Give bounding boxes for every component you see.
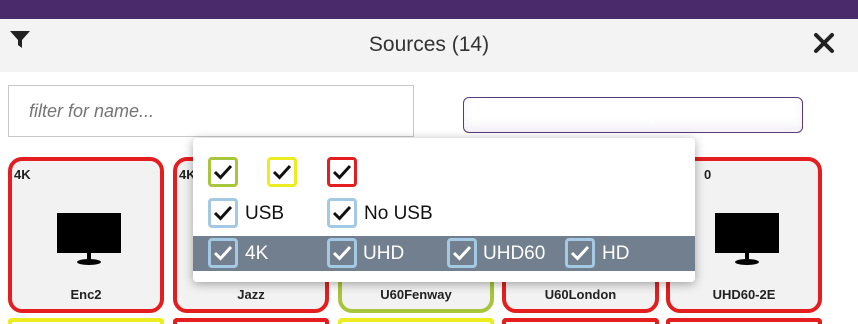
card-row-next xyxy=(666,318,822,324)
filter-dropdown: USB No USB 4K UHD UHD60 HD xyxy=(193,138,695,282)
filter-color-yellow-checkbox[interactable] xyxy=(267,157,297,187)
source-card-enc2[interactable]: 4K Enc2 xyxy=(8,157,164,313)
filter-by-button[interactable]: Filter By ▾ xyxy=(463,97,803,133)
card-tag: 0 xyxy=(704,167,712,182)
sources-header: Sources (14) xyxy=(0,19,858,73)
filter-hd-label: HD xyxy=(602,243,630,264)
filter-color-red-checkbox[interactable] xyxy=(327,157,357,187)
filter-hd-checkbox[interactable] xyxy=(565,238,595,268)
check-icon xyxy=(332,205,352,221)
filter-usb-label: USB xyxy=(245,203,285,224)
filter-color-green-checkbox[interactable] xyxy=(208,157,238,187)
filter-uhd-label: UHD xyxy=(363,243,405,264)
check-icon xyxy=(213,164,233,180)
check-icon xyxy=(332,164,352,180)
check-icon xyxy=(213,245,233,261)
check-icon xyxy=(272,164,292,180)
filter-uhd60-label: UHD60 xyxy=(483,243,546,264)
check-icon xyxy=(332,245,352,261)
check-icon xyxy=(570,245,590,261)
filter-no-usb-label: No USB xyxy=(364,203,433,224)
filter-uhd-checkbox[interactable] xyxy=(327,238,357,268)
check-icon xyxy=(452,245,472,261)
filter-4k-checkbox[interactable] xyxy=(208,238,238,268)
card-name: U60London xyxy=(544,287,617,302)
top-bar xyxy=(0,0,858,19)
card-name: Jazz xyxy=(237,287,265,302)
card-name: Enc2 xyxy=(70,287,102,302)
card-row-next xyxy=(338,318,494,324)
monitor-icon xyxy=(715,213,779,265)
filter-no-usb-checkbox[interactable] xyxy=(327,198,357,228)
card-row-next xyxy=(8,318,164,324)
filter-uhd60-checkbox[interactable] xyxy=(447,238,477,268)
card-name: UHD60-2E xyxy=(712,287,776,302)
filter-usb-checkbox[interactable] xyxy=(208,198,238,228)
card-row-next xyxy=(173,318,329,324)
card-name: U60Fenway xyxy=(380,287,452,302)
check-icon xyxy=(213,205,233,221)
card-tag: 4K xyxy=(14,167,31,182)
monitor-icon xyxy=(57,213,121,265)
page-title: Sources (14) xyxy=(368,33,490,56)
close-icon[interactable] xyxy=(812,31,836,55)
name-filter-input[interactable] xyxy=(8,85,414,137)
card-row-next xyxy=(502,318,659,324)
filter-4k-label: 4K xyxy=(245,243,269,264)
